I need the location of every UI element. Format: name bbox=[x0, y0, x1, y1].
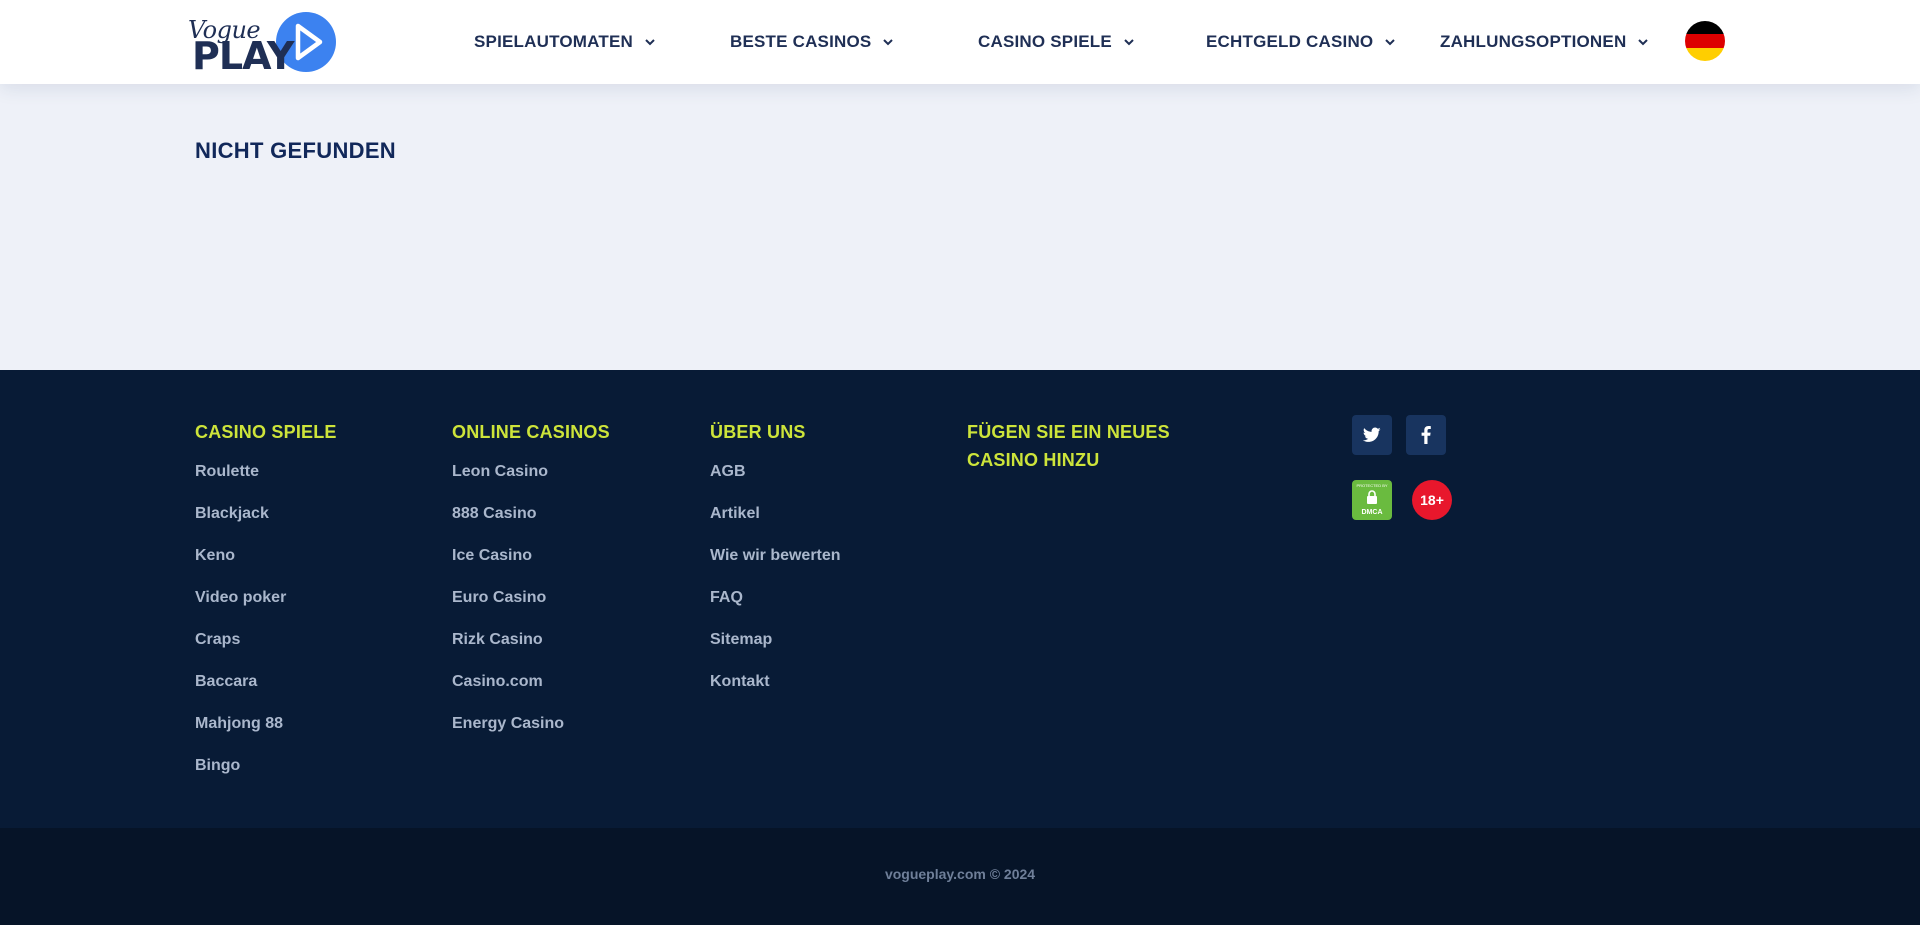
chevron-down-icon bbox=[883, 39, 894, 46]
footer-link[interactable]: FAQ bbox=[710, 588, 841, 630]
footer-column-ueber-uns: ÜBER UNS AGB Artikel Wie wir bewerten FA… bbox=[710, 418, 841, 714]
nav-item-casino-spiele[interactable]: CASINO SPIELE bbox=[978, 30, 1136, 54]
main-nav: SPIELAUTOMATEN BESTE CASINOS CASINO SPIE… bbox=[0, 0, 1920, 84]
nav-item-label: CASINO SPIELE bbox=[978, 32, 1112, 51]
footer-link[interactable]: Artikel bbox=[710, 504, 841, 546]
age-restriction-badge: 18+ bbox=[1412, 480, 1452, 520]
nav-item-zahlungsoptionen[interactable]: ZAHLUNGSOPTIONEN bbox=[1440, 30, 1650, 54]
social-links bbox=[1352, 415, 1446, 455]
footer-link[interactable]: Roulette bbox=[195, 462, 337, 504]
footer-column-title: CASINO SPIELE bbox=[195, 422, 337, 442]
footer-column-casino-spiele: CASINO SPIELE Roulette Blackjack Keno Vi… bbox=[195, 418, 337, 798]
footer-link[interactable]: Keno bbox=[195, 546, 337, 588]
footer-link[interactable]: AGB bbox=[710, 462, 841, 504]
nav-item-beste-casinos[interactable]: BESTE CASINOS bbox=[730, 30, 895, 54]
footer-link[interactable]: Mahjong 88 bbox=[195, 714, 337, 756]
footer-link[interactable]: Blackjack bbox=[195, 504, 337, 546]
site-header: Vogue PLAY SPIELAUTOMATEN BESTE CASINOS … bbox=[0, 0, 1920, 84]
add-casino-title-line1[interactable]: FÜGEN SIE EIN NEUES bbox=[967, 418, 1170, 446]
footer-link[interactable]: Ice Casino bbox=[452, 546, 610, 588]
footer-link[interactable]: Energy Casino bbox=[452, 714, 610, 756]
twitter-icon bbox=[1363, 427, 1381, 442]
germany-flag-icon[interactable] bbox=[1685, 21, 1725, 61]
nav-item-label: BESTE CASINOS bbox=[730, 32, 872, 51]
footer-link[interactable]: Baccara bbox=[195, 672, 337, 714]
site-footer: CASINO SPIELE Roulette Blackjack Keno Vi… bbox=[0, 370, 1920, 828]
footer-link[interactable]: Casino.com bbox=[452, 672, 610, 714]
footer-link[interactable]: Bingo bbox=[195, 756, 337, 798]
footer-link[interactable]: Leon Casino bbox=[452, 462, 610, 504]
footer-link[interactable]: Kontakt bbox=[710, 672, 841, 714]
dmca-badge-label: DMCA bbox=[1361, 509, 1383, 516]
twitter-button[interactable] bbox=[1352, 415, 1392, 455]
footer-column-title: ÜBER UNS bbox=[710, 422, 806, 442]
footer-link-list: Roulette Blackjack Keno Video poker Crap… bbox=[195, 462, 337, 798]
footer-column-add-casino[interactable]: FÜGEN SIE EIN NEUES CASINO HINZU bbox=[967, 418, 1170, 474]
nav-item-spielautomaten[interactable]: SPIELAUTOMATEN bbox=[474, 30, 657, 54]
dmca-badge[interactable]: PROTECTED BY DMCA bbox=[1352, 480, 1392, 520]
lock-icon bbox=[1367, 490, 1377, 504]
nav-item-label: ECHTGELD CASINO bbox=[1206, 32, 1374, 51]
facebook-button[interactable] bbox=[1406, 415, 1446, 455]
facebook-icon bbox=[1421, 426, 1431, 444]
footer-link[interactable]: Sitemap bbox=[710, 630, 841, 672]
dmca-badge-top-text: PROTECTED BY bbox=[1356, 483, 1388, 488]
footer-bottom-bar: vogueplay.com © 2024 bbox=[0, 828, 1920, 925]
add-casino-title-line2[interactable]: CASINO HINZU bbox=[967, 446, 1170, 474]
footer-link[interactable]: Rizk Casino bbox=[452, 630, 610, 672]
footer-link-list: AGB Artikel Wie wir bewerten FAQ Sitemap… bbox=[710, 462, 841, 714]
main-content: NICHT GEFUNDEN bbox=[0, 84, 1920, 370]
nav-item-echtgeld-casino[interactable]: ECHTGELD CASINO bbox=[1206, 30, 1397, 54]
footer-link[interactable]: Euro Casino bbox=[452, 588, 610, 630]
footer-column-title: ONLINE CASINOS bbox=[452, 422, 610, 442]
chevron-down-icon bbox=[1385, 39, 1396, 46]
copyright-text: vogueplay.com © 2024 bbox=[884, 866, 1036, 882]
trust-badges: PROTECTED BY DMCA 18+ bbox=[1352, 480, 1452, 520]
page-title: NICHT GEFUNDEN bbox=[195, 138, 396, 163]
footer-link[interactable]: Wie wir bewerten bbox=[710, 546, 841, 588]
chevron-down-icon bbox=[645, 39, 655, 46]
chevron-down-icon bbox=[1638, 39, 1649, 46]
footer-link[interactable]: 888 Casino bbox=[452, 504, 610, 546]
chevron-down-icon bbox=[1124, 39, 1134, 46]
nav-item-label: ZAHLUNGSOPTIONEN bbox=[1440, 32, 1627, 51]
footer-link[interactable]: Craps bbox=[195, 630, 337, 672]
nav-item-label: SPIELAUTOMATEN bbox=[474, 32, 633, 51]
footer-link[interactable]: Video poker bbox=[195, 588, 337, 630]
footer-column-online-casinos: ONLINE CASINOS Leon Casino 888 Casino Ic… bbox=[452, 418, 610, 756]
footer-link-list: Leon Casino 888 Casino Ice Casino Euro C… bbox=[452, 462, 610, 756]
